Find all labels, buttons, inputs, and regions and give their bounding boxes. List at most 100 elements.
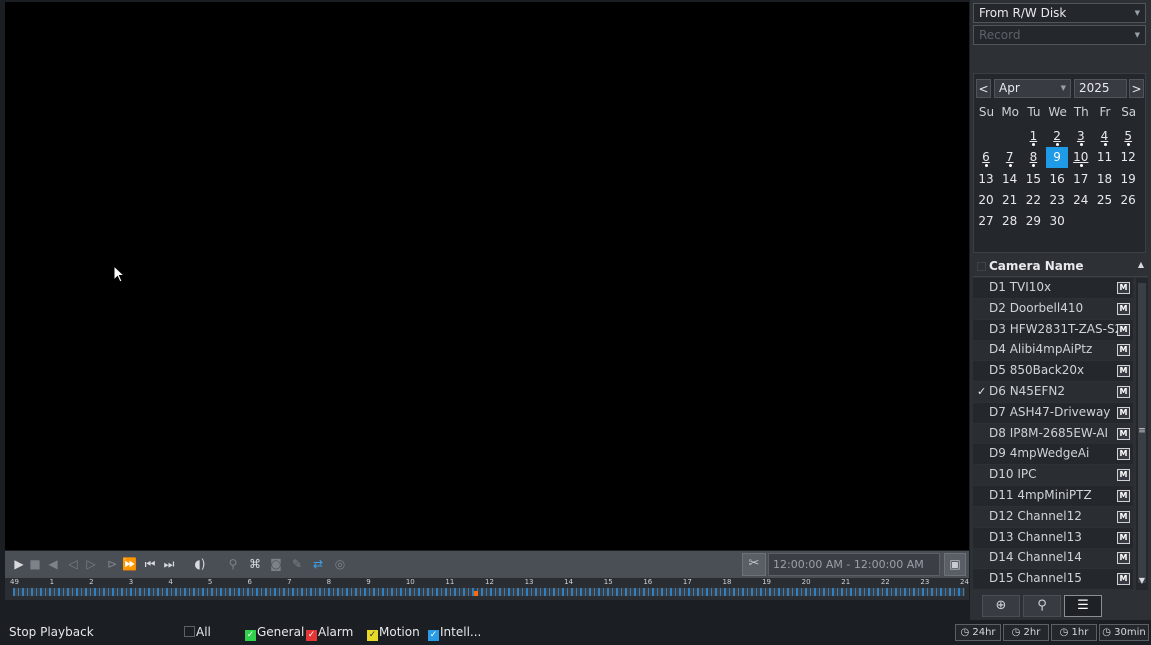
main-stream-icon[interactable]: M <box>1117 552 1130 565</box>
main-stream-icon[interactable]: M <box>1117 386 1130 398</box>
camera-row[interactable]: D8 IP8M-2685EW-AI M <box>973 423 1133 444</box>
tab-file-list-icon[interactable]: ☰ <box>1064 595 1102 617</box>
smart-search-icon[interactable]: ⚲ <box>226 557 240 571</box>
main-stream-icon[interactable]: M <box>1117 573 1130 586</box>
calendar-day[interactable]: 16 <box>1046 169 1068 190</box>
camera-checkbox[interactable] <box>977 470 986 479</box>
calendar-day[interactable]: 24 <box>1070 190 1092 211</box>
main-stream-icon[interactable]: M <box>1117 490 1130 502</box>
month-select[interactable]: Apr ▼ <box>994 79 1071 98</box>
record-type-dropdown[interactable]: Record ▼ <box>973 25 1146 45</box>
calendar-day[interactable]: 15 <box>1022 169 1044 190</box>
calendar-day[interactable]: 9 <box>1046 147 1069 169</box>
main-stream-icon[interactable]: M <box>1117 531 1130 544</box>
camera-row[interactable]: D9 4mpWedgeAi M <box>973 444 1133 465</box>
previous-record-icon[interactable]: ⏮ <box>143 557 157 571</box>
camera-row[interactable]: D11 4mpMiniPTZ M <box>973 486 1133 506</box>
source-dropdown[interactable]: From R/W Disk ▼ <box>973 3 1146 23</box>
fast-forward-icon[interactable]: ⏩ <box>122 557 137 571</box>
camera-checkbox[interactable] <box>977 512 986 521</box>
split-mode-icon[interactable]: ⇄ <box>311 557 325 571</box>
main-stream-icon[interactable]: M <box>1117 365 1130 378</box>
filter-intelligent-checkbox[interactable]: ✓ <box>428 630 439 641</box>
filter-motion-checkbox[interactable]: ✓ <box>367 630 378 641</box>
calendar-day[interactable]: 27 <box>975 211 997 232</box>
main-stream-icon[interactable]: M <box>1117 448 1130 461</box>
calendar-day[interactable]: 3 <box>1070 126 1092 147</box>
camera-checkbox[interactable] <box>977 491 986 500</box>
tab-smart-search-icon[interactable]: ⚲ <box>1023 595 1061 617</box>
filter-alarm-checkbox[interactable]: ✓ <box>306 630 317 641</box>
clip-time-range[interactable]: 12:00:00 AM - 12:00:00 AM <box>768 553 940 576</box>
fisheye-icon[interactable]: ◎ <box>333 557 347 571</box>
calendar-prev-button[interactable]: < <box>976 79 991 98</box>
filter-general[interactable]: ✓ General <box>245 625 304 641</box>
zoom-30min-button[interactable]: ◷ 30min <box>1099 624 1149 641</box>
filter-all[interactable]: All <box>184 625 211 639</box>
calendar-day[interactable]: 25 <box>1094 190 1116 211</box>
calendar-day[interactable]: 30 <box>1046 211 1068 232</box>
main-stream-icon[interactable]: M <box>1117 323 1130 336</box>
playhead-marker[interactable] <box>474 591 478 596</box>
stop-playback-label[interactable]: Stop Playback <box>9 625 94 639</box>
camera-row[interactable]: D3 HFW2831T-ZAS-S2 M <box>973 319 1133 340</box>
camera-checkbox[interactable] <box>977 325 986 334</box>
filter-general-checkbox[interactable]: ✓ <box>245 630 256 641</box>
zoom-1hr-button[interactable]: ◷ 1hr <box>1051 624 1097 641</box>
camera-row[interactable]: D10 IPC M <box>973 465 1133 486</box>
camera-row[interactable]: ✓ D6 N45EFN2 M <box>973 382 1133 402</box>
calendar-day[interactable]: 8 <box>1022 147 1044 168</box>
calendar-day[interactable]: 19 <box>1117 169 1139 190</box>
calendar-day[interactable]: 11 <box>1094 147 1116 168</box>
main-stream-icon[interactable]: M <box>1117 406 1130 419</box>
camera-list-scrollbar[interactable]: ≡ ▼ <box>1136 278 1148 590</box>
camera-checkbox[interactable] <box>977 533 986 542</box>
next-record-icon[interactable]: ⏭ <box>162 557 176 571</box>
step-forward-icon[interactable]: ⊳ <box>105 557 119 571</box>
clip-icon[interactable]: ✂ <box>742 553 766 576</box>
main-stream-icon[interactable]: M <box>1117 469 1130 482</box>
calendar-day[interactable]: 20 <box>975 190 997 211</box>
calendar-day[interactable]: 18 <box>1094 169 1116 190</box>
camera-checkbox[interactable] <box>977 574 986 583</box>
main-stream-icon[interactable]: M <box>1117 302 1130 315</box>
main-stream-icon[interactable]: M <box>1117 344 1130 357</box>
play-backward-icon[interactable]: ◀ <box>46 557 60 571</box>
stop-icon[interactable]: ■ <box>28 557 42 571</box>
camera-row[interactable]: D13 Channel13 M <box>973 527 1133 548</box>
main-stream-icon[interactable]: M <box>1117 282 1130 294</box>
select-all-checkbox[interactable] <box>977 262 986 271</box>
main-stream-icon[interactable]: M <box>1117 510 1130 523</box>
calendar-day[interactable]: 1 <box>1022 126 1044 147</box>
calendar-day[interactable]: 21 <box>999 190 1021 211</box>
tab-playback-mode-icon[interactable]: ⊕ <box>982 595 1020 617</box>
calendar-day[interactable]: 23 <box>1046 190 1068 211</box>
calendar-next-button[interactable]: > <box>1129 79 1144 98</box>
play-icon[interactable]: ▶ <box>12 557 26 571</box>
camera-row[interactable]: D7 ASH47-Driveway M <box>973 402 1133 423</box>
camera-checkbox[interactable] <box>977 304 986 313</box>
camera-row[interactable]: D15 Channel15 M <box>973 569 1133 590</box>
camera-row[interactable]: D14 Channel14 M <box>973 548 1133 569</box>
calendar-day[interactable]: 14 <box>999 169 1021 190</box>
timeline-track[interactable] <box>13 588 965 596</box>
year-input[interactable]: 2025 <box>1074 79 1127 98</box>
calendar-day[interactable]: 26 <box>1117 190 1139 211</box>
scroll-down-icon[interactable]: ▼ <box>1137 576 1147 585</box>
filter-alarm[interactable]: ✓ Alarm <box>306 625 353 641</box>
calendar-day[interactable]: 28 <box>999 211 1021 232</box>
filter-motion[interactable]: ✓ Motion <box>367 625 420 641</box>
camera-checkbox[interactable] <box>977 429 986 438</box>
pin-icon[interactable]: ✎ <box>290 557 304 571</box>
main-stream-icon[interactable]: M <box>1117 427 1130 440</box>
slow-play-icon[interactable]: ◁ <box>66 557 80 571</box>
camera-row[interactable]: D2 Doorbell410 M <box>973 298 1133 319</box>
camera-row[interactable]: D5 850Back20x M <box>973 361 1133 382</box>
scroll-up-icon[interactable]: ▲ <box>1138 260 1144 269</box>
zoom-24hr-button[interactable]: ◷ 24hr <box>955 624 1001 641</box>
calendar-day[interactable]: 29 <box>1022 211 1044 232</box>
camera-checkbox[interactable]: ✓ <box>977 386 986 397</box>
calendar-day[interactable]: 5 <box>1117 126 1139 147</box>
tag-icon[interactable]: ⌘ <box>248 557 262 571</box>
calendar-day[interactable]: 6 <box>975 147 997 168</box>
